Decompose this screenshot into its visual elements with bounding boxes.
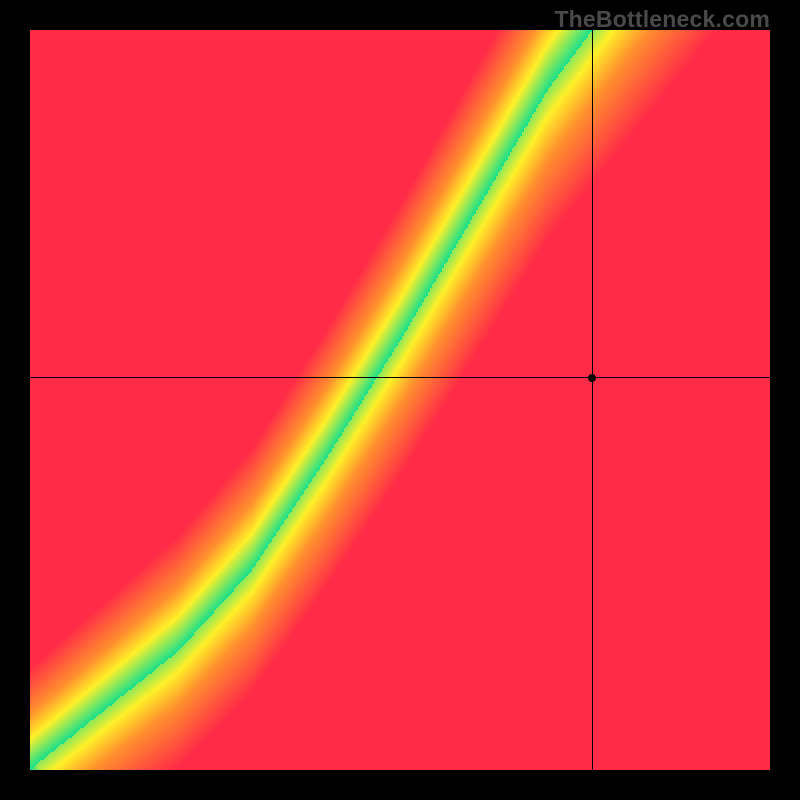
bottleneck-heatmap <box>30 30 770 770</box>
watermark-text: TheBottleneck.com <box>554 6 770 33</box>
chart-stage: TheBottleneck.com <box>0 0 800 800</box>
